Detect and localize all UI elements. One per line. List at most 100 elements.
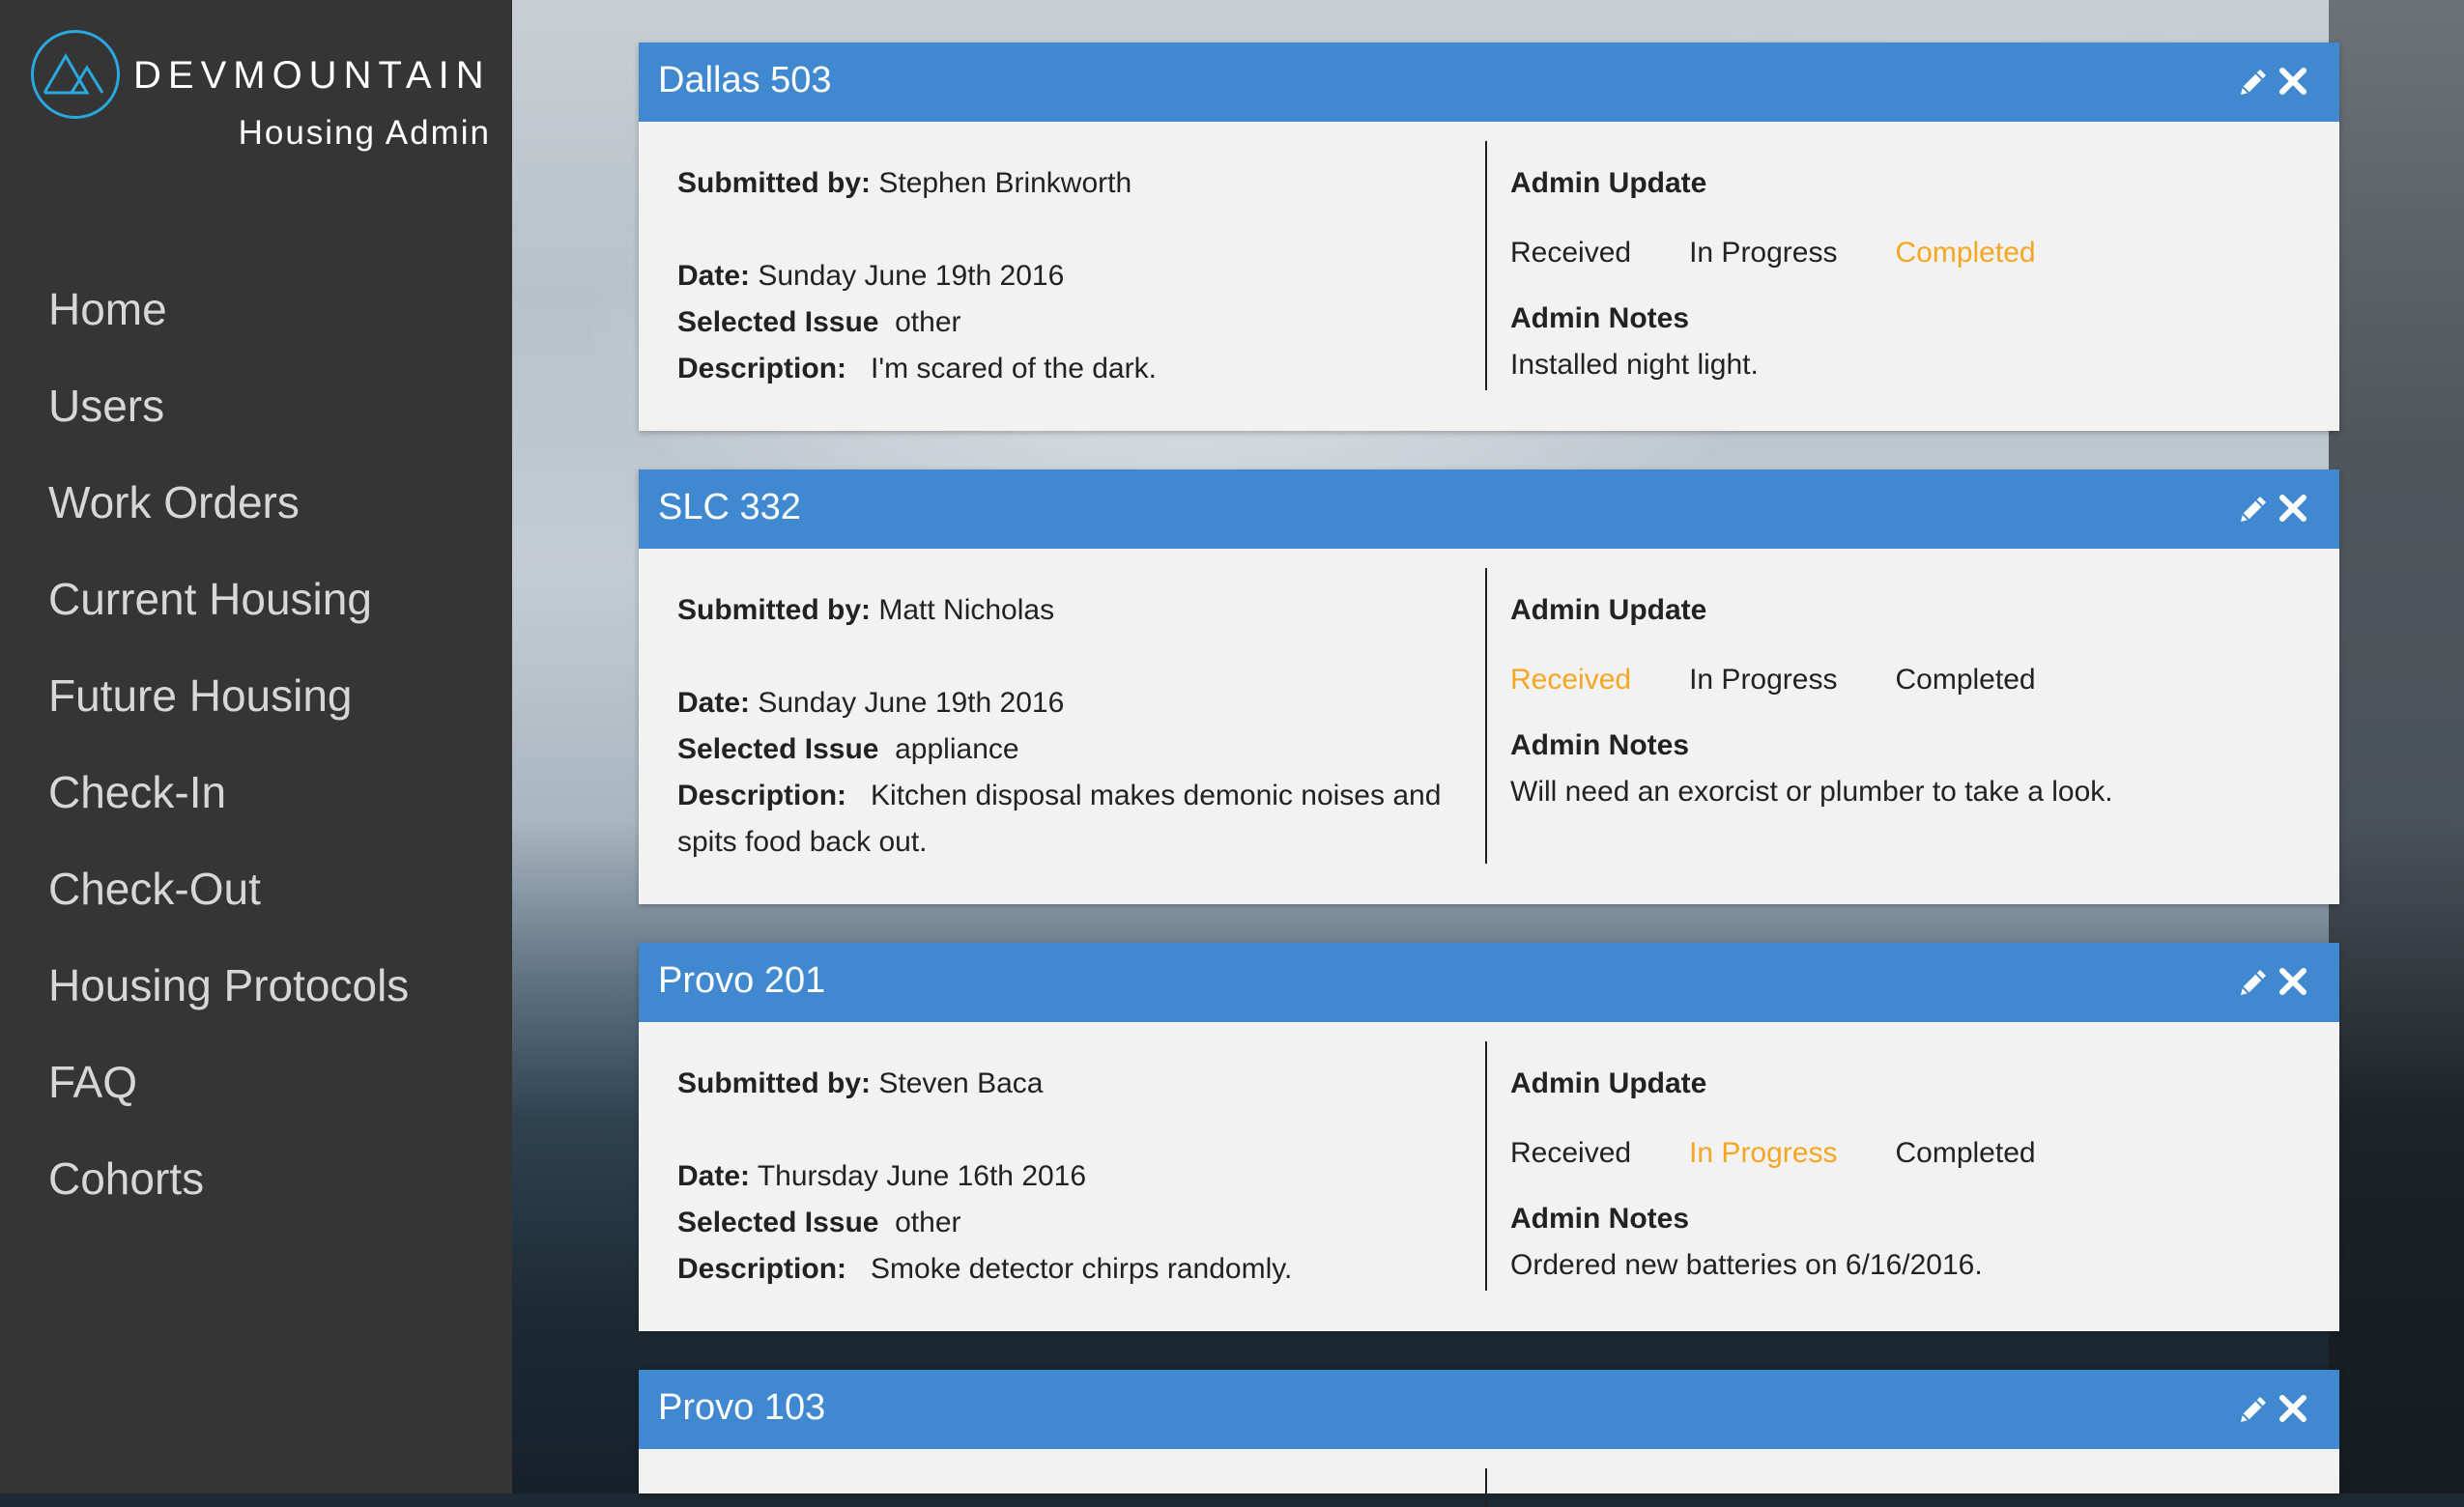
column-divider — [1485, 141, 1487, 390]
selected-issue-label: Selected Issue — [677, 306, 879, 338]
admin-notes-text: Installed night light. — [1510, 349, 1759, 381]
description-value: Smoke detector chirps randomly. — [871, 1253, 1293, 1285]
description-label: Description: — [677, 1253, 847, 1285]
status-completed[interactable]: Completed — [1895, 230, 2035, 276]
brand-name: DEVMOUNTAIN — [133, 54, 491, 97]
edit-pencil-icon[interactable] — [2237, 1393, 2270, 1431]
admin-notes-text: Ordered new batteries on 6/16/2016. — [1510, 1249, 1983, 1281]
nav-item-work-orders[interactable]: Work Orders — [48, 473, 409, 570]
card-header: Provo 201 — [639, 943, 2339, 1022]
status-in-progress[interactable]: In Progress — [1689, 657, 1837, 703]
issue-row: Selected Issue appliance — [677, 726, 1479, 773]
work-order-card: SLC 332 Submitted by: Matt Nicholas Date… — [639, 469, 2339, 904]
date-label: Date: — [677, 260, 751, 292]
nav-item-housing-protocols[interactable]: Housing Protocols — [48, 956, 409, 1053]
work-order-card: Provo 103 — [639, 1370, 2339, 1507]
submitted-by-value: Matt Nicholas — [878, 594, 1055, 626]
admin-panel: Admin Update Received In Progress Comple… — [1510, 160, 2303, 388]
date-label: Date: — [677, 1160, 751, 1192]
admin-notes-heading: Admin Notes — [1510, 1203, 1690, 1235]
description-row: Description: I'm scared of the dark. — [677, 346, 1479, 392]
nav-item-users[interactable]: Users — [48, 377, 409, 473]
description-row: Description: Kitchen disposal makes demo… — [677, 773, 1479, 866]
status-selector: Received In Progress Completed — [1510, 657, 2303, 703]
admin-notes-heading: Admin Notes — [1510, 302, 1690, 334]
admin-update-heading: Admin Update — [1510, 594, 1707, 626]
card-title: Provo 103 — [658, 1387, 826, 1428]
sidebar-nav: Home Users Work Orders Current Housing F… — [48, 280, 409, 1246]
submission-details: Submitted by: Stephen Brinkworth Date: S… — [677, 160, 1479, 392]
card-header: Provo 103 — [639, 1370, 2339, 1449]
admin-update-heading: Admin Update — [1510, 1067, 1707, 1099]
delete-close-icon[interactable] — [2278, 66, 2308, 101]
submitted-by-label: Submitted by: — [677, 594, 871, 626]
status-completed[interactable]: Completed — [1895, 657, 2035, 703]
issue-row: Selected Issue other — [677, 1200, 1479, 1246]
status-selector: Received In Progress Completed — [1510, 1130, 2303, 1177]
date-label: Date: — [677, 687, 751, 719]
column-divider — [1485, 1041, 1487, 1291]
selected-issue-label: Selected Issue — [677, 1207, 879, 1238]
issue-row: Selected Issue other — [677, 299, 1479, 346]
work-order-card: Dallas 503 Submitted by: Stephen Brinkwo… — [639, 43, 2339, 431]
nav-item-home[interactable]: Home — [48, 280, 409, 377]
card-title: SLC 332 — [658, 487, 801, 527]
status-received[interactable]: Received — [1510, 230, 1631, 276]
status-completed[interactable]: Completed — [1895, 1130, 2035, 1177]
sidebar: DEVMOUNTAIN Housing Admin Home Users Wor… — [0, 0, 512, 1493]
nav-item-check-in[interactable]: Check-In — [48, 763, 409, 860]
delete-close-icon[interactable] — [2278, 966, 2308, 1002]
card-header: SLC 332 — [639, 469, 2339, 549]
status-in-progress[interactable]: In Progress — [1689, 230, 1837, 276]
selected-issue-value: other — [895, 1207, 961, 1238]
submitted-by-row: Submitted by: Stephen Brinkworth — [677, 160, 1479, 207]
submission-details: Submitted by: Steven Baca Date: Thursday… — [677, 1061, 1479, 1293]
date-value: Sunday June 19th 2016 — [758, 260, 1065, 292]
column-divider — [1485, 568, 1487, 864]
delete-close-icon[interactable] — [2278, 1393, 2308, 1429]
brand-subtitle: Housing Admin — [238, 114, 491, 152]
selected-issue-label: Selected Issue — [677, 733, 879, 765]
submitted-by-row: Submitted by: Matt Nicholas — [677, 587, 1479, 634]
background-forest — [2329, 0, 2464, 1493]
date-row: Date: Thursday June 16th 2016 — [677, 1153, 1479, 1200]
submitted-by-label: Submitted by: — [677, 167, 871, 199]
selected-issue-value: other — [895, 306, 961, 338]
admin-notes-text: Will need an exorcist or plumber to take… — [1510, 776, 2113, 808]
nav-item-current-housing[interactable]: Current Housing — [48, 570, 409, 667]
card-title: Dallas 503 — [658, 60, 832, 100]
nav-item-check-out[interactable]: Check-Out — [48, 860, 409, 956]
date-row: Date: Sunday June 19th 2016 — [677, 680, 1479, 726]
nav-item-faq[interactable]: FAQ — [48, 1053, 409, 1150]
admin-panel: Admin Update Received In Progress Comple… — [1510, 1061, 2303, 1289]
work-order-card: Provo 201 Submitted by: Steven Baca Date… — [639, 943, 2339, 1331]
card-title: Provo 201 — [658, 960, 826, 1001]
submitted-by-value: Steven Baca — [878, 1067, 1044, 1099]
status-selector: Received In Progress Completed — [1510, 230, 2303, 276]
admin-update-heading: Admin Update — [1510, 167, 1707, 199]
edit-pencil-icon[interactable] — [2237, 493, 2270, 530]
description-label: Description: — [677, 353, 847, 384]
status-received[interactable]: Received — [1510, 657, 1631, 703]
edit-pencil-icon[interactable] — [2237, 966, 2270, 1004]
description-value: I'm scared of the dark. — [871, 353, 1157, 384]
column-divider — [1485, 1468, 1487, 1507]
status-in-progress[interactable]: In Progress — [1689, 1130, 1837, 1177]
edit-pencil-icon[interactable] — [2237, 66, 2270, 103]
card-header: Dallas 503 — [639, 43, 2339, 122]
status-received[interactable]: Received — [1510, 1130, 1631, 1177]
admin-panel: Admin Update Received In Progress Comple… — [1510, 587, 2303, 815]
submitted-by-label: Submitted by: — [677, 1067, 871, 1099]
admin-notes-heading: Admin Notes — [1510, 729, 1690, 761]
submitted-by-row: Submitted by: Steven Baca — [677, 1061, 1479, 1107]
description-label: Description: — [677, 780, 847, 811]
date-row: Date: Sunday June 19th 2016 — [677, 253, 1479, 299]
nav-item-future-housing[interactable]: Future Housing — [48, 667, 409, 763]
submission-details: Submitted by: Matt Nicholas Date: Sunday… — [677, 587, 1479, 866]
selected-issue-value: appliance — [895, 733, 1019, 765]
nav-item-cohorts[interactable]: Cohorts — [48, 1150, 409, 1246]
date-value: Thursday June 16th 2016 — [757, 1160, 1087, 1192]
submitted-by-value: Stephen Brinkworth — [878, 167, 1132, 199]
delete-close-icon[interactable] — [2278, 493, 2308, 528]
devmountain-logo-icon[interactable] — [31, 30, 120, 119]
